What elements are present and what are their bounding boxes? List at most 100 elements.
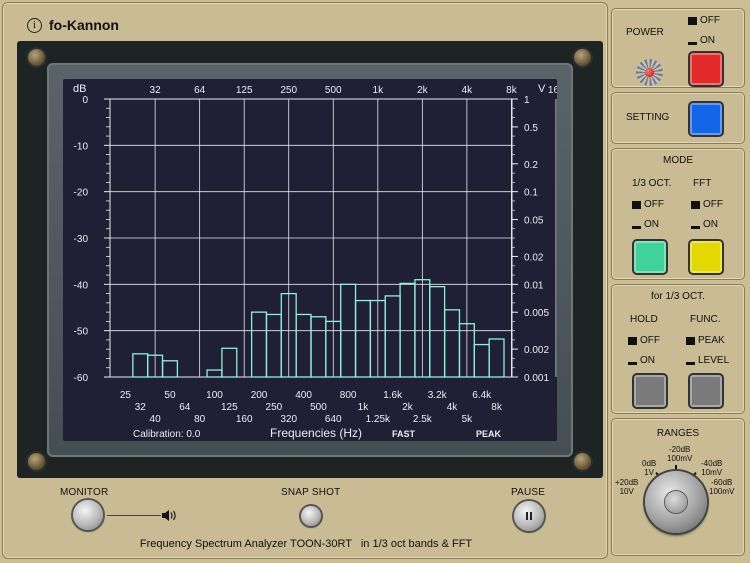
range-minus20: -20dB 100mV — [667, 445, 693, 463]
spectrum-chart: 0 -10 -20 -30 -40 -50 -60 dB V1 0.5 0.2 0.1 0.05 0.02… — [73, 83, 557, 440]
bottom-freq-label: 40 — [150, 414, 162, 425]
mode-fft-label: FFT — [693, 178, 712, 189]
bottom-freq-label: 64 — [179, 402, 191, 413]
snapshot-button[interactable] — [301, 506, 321, 526]
bottom-freq-label: 2.5k — [413, 414, 433, 425]
footer-sub: in 1/3 oct bands & FFT — [360, 538, 473, 550]
screw-icon — [28, 49, 45, 66]
bottom-freq-label: 640 — [325, 414, 342, 425]
pause-label: PAUSE — [511, 487, 546, 498]
func-level-indicator: LEVEL — [686, 355, 729, 366]
spectrum-bar — [443, 309, 461, 378]
fft-mode-button[interactable] — [690, 241, 722, 273]
app-title: fo-Kannon — [49, 17, 119, 33]
top-freq-label: 4k — [462, 85, 474, 96]
db-tick-label: -40 — [74, 280, 89, 291]
db-tick-label: -50 — [74, 327, 89, 338]
v-tick-label: 0.02 — [524, 252, 544, 263]
spectrum-bar — [473, 343, 490, 378]
top-freq-label: 250 — [280, 85, 297, 96]
top-freq-label: 8k — [506, 85, 518, 96]
pause-button[interactable] — [514, 501, 544, 531]
spectrum-bar — [429, 285, 446, 378]
spectrum-display: 0 -10 -20 -30 -40 -50 -60 dB V 1 0.5 0.2 0.1 0.05 0.02… — [63, 79, 557, 441]
power-on-indicator: ON — [688, 35, 715, 46]
bottom-freq-label: 50 — [164, 390, 176, 401]
hold-off-indicator: OFF — [628, 335, 660, 346]
top-freq-label: 2k — [417, 85, 429, 96]
bottom-freq-label: 800 — [340, 390, 357, 401]
db-tick-label: -10 — [74, 141, 89, 152]
ranges-dial[interactable] — [645, 471, 707, 533]
screen-bezel: 0 -10 -20 -30 -40 -50 -60 dB V 1 0.5 0.2 0.1 0.05 0.02… — [17, 41, 603, 478]
spectrum-bar — [488, 338, 505, 378]
bottom-freq-label: 80 — [194, 414, 206, 425]
spectrum-bar — [206, 369, 223, 378]
db-tick-label: 0 — [82, 95, 88, 106]
range-minus40: -40dB 10mV — [701, 459, 723, 477]
v-tick-label: 0.1 — [524, 188, 538, 199]
screen-frame: 0 -10 -20 -30 -40 -50 -60 dB V 1 0.5 0.2 0.1 0.05 0.02… — [47, 63, 573, 457]
bottom-freq-label: 3.2k — [428, 390, 448, 401]
frequency-axis-title: Frequencies (Hz) — [270, 426, 362, 440]
speed-mode-readout: FAST — [392, 429, 416, 439]
setting-panel: SETTING — [611, 92, 745, 144]
screw-icon — [574, 49, 591, 66]
spectrum-bar — [250, 311, 268, 378]
v-tick-label: 0.002 — [524, 345, 549, 356]
spectrum-bar — [265, 313, 282, 378]
spectrum-bar — [295, 313, 312, 378]
v-tick-label: 0.5 — [524, 123, 538, 134]
screw-icon — [28, 453, 45, 470]
spectrum-bar — [161, 360, 179, 378]
range-minus60: -60dB 100mV — [709, 478, 735, 496]
v-unit-label: V — [538, 83, 546, 95]
range-0: 0dB 1V — [642, 459, 657, 477]
bottom-freq-label: 5k — [462, 414, 474, 425]
bottom-freq-label: 1.6k — [383, 390, 403, 401]
db-unit-label: dB — [73, 83, 86, 95]
func-button[interactable] — [690, 375, 722, 407]
power-button[interactable] — [690, 53, 722, 85]
v-tick-label: 0.005 — [524, 308, 549, 319]
v-tick-label: 0.05 — [524, 216, 544, 227]
ranges-panel: RANGES -20dB 100mV 0dB 1V -40dB 10mV +20dB 1… — [611, 418, 745, 556]
v-tick-label: 1 — [524, 95, 530, 106]
top-freq-label: 500 — [325, 85, 342, 96]
func-label: FUNC. — [690, 314, 721, 325]
v-tick-label: 0.001 — [524, 373, 549, 384]
monitor-connector — [107, 515, 161, 516]
monitor-label: MONITOR — [60, 487, 109, 498]
power-label: POWER — [626, 27, 664, 38]
bottom-freq-label: 160 — [236, 414, 253, 425]
hold-on-indicator: ON — [628, 355, 655, 366]
monitor-button[interactable] — [73, 500, 103, 530]
func-peak-indicator: PEAK — [686, 335, 725, 346]
oct-mode-button[interactable] — [634, 241, 666, 273]
v-tick-label: 0.2 — [524, 160, 538, 171]
calibration-readout: Calibration: 0.0 — [133, 429, 201, 440]
snapshot-label: SNAP SHOT — [281, 487, 341, 498]
bottom-freq-label: 6.4k — [472, 390, 492, 401]
range-plus20: +20dB 10V — [615, 478, 639, 496]
bottom-freq-label: 250 — [266, 402, 283, 413]
setting-button[interactable] — [690, 103, 722, 135]
bottom-freq-label: 1k — [358, 402, 370, 413]
mode-panel: MODE 1/3 OCT. FFT OFF ON OFF ON — [611, 148, 745, 280]
brand: i fo-Kannon — [27, 17, 119, 33]
db-tick-label: -20 — [74, 188, 89, 199]
fft-off-indicator: OFF — [691, 199, 723, 210]
third-oct-panel: for 1/3 OCT. HOLD FUNC. OFF ON PEAK LEVE… — [611, 284, 745, 414]
bottom-freq-label: 320 — [280, 414, 297, 425]
info-icon[interactable]: i — [27, 17, 42, 33]
top-freq-label: 32 — [150, 85, 162, 96]
power-off-indicator: OFF — [688, 15, 720, 26]
hold-button[interactable] — [634, 375, 666, 407]
spectrum-bar — [310, 316, 327, 378]
top-freq-label: 125 — [236, 85, 253, 96]
db-tick-label: -30 — [74, 234, 89, 245]
bottom-freq-label: 1.25k — [366, 414, 391, 425]
top-freq-label: 64 — [194, 85, 206, 96]
footer-caption: Frequency Spectrum Analyzer TOON-30RT in… — [3, 538, 609, 550]
spectrum-bar — [399, 282, 416, 378]
